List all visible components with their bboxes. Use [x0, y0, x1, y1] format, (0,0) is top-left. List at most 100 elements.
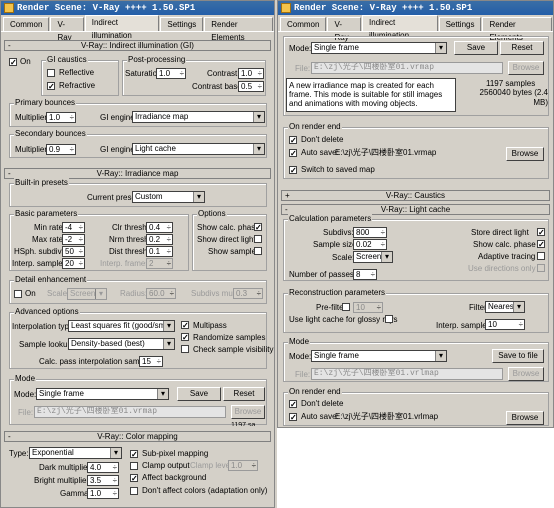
left-titlebar[interactable]: Render Scene: V-Ray ++++ 1.50.SP1 — [1, 1, 274, 15]
subpixel-mapping-checkbox[interactable] — [130, 450, 138, 458]
saturation-spinner[interactable]: 1.0 — [156, 68, 186, 79]
irr-auto-save-checkbox[interactable] — [289, 149, 297, 157]
check-sample-visibility-checkbox[interactable] — [181, 345, 189, 353]
primary-multiplier-spinner[interactable]: 1.0 — [46, 112, 76, 123]
nrm-thresh-spinner[interactable]: 0.2 — [146, 234, 173, 245]
tab-settings[interactable]: Settings — [438, 17, 482, 31]
lc-auto-save-browse-button[interactable]: Browse — [506, 411, 544, 425]
left-tab-bar: Common V-Ray Indirect illumination Setti… — [1, 15, 274, 42]
dist-thresh-spinner[interactable]: 0.1 — [146, 246, 173, 257]
reflective-checkbox[interactable] — [47, 69, 55, 77]
hsph-subdivs-spinner[interactable]: 50 — [62, 246, 85, 257]
tab-indirect-illumination[interactable]: Indirect illumination — [362, 15, 438, 40]
show-calc-phase-checkbox[interactable] — [254, 223, 262, 231]
r-irr-save-button[interactable]: Save — [454, 41, 498, 55]
contrast-spinner[interactable]: 1.0 — [238, 68, 264, 79]
irr-dont-delete-checkbox[interactable] — [289, 136, 297, 144]
interpolation-type-dropdown[interactable]: Least squares fit (good/smooth — [68, 320, 175, 332]
gamma-spinner[interactable]: 1.0 — [87, 488, 119, 499]
lc-passes-spinner[interactable]: 8 — [353, 269, 377, 280]
glossy-rays-checkbox[interactable] — [385, 315, 393, 323]
irr-auto-save-browse-button[interactable]: Browse — [506, 147, 544, 161]
color-type-dropdown[interactable]: Exponential — [29, 447, 122, 459]
subdivs-mult-label: Subdivs mult. — [191, 289, 240, 298]
secondary-multiplier-spinner[interactable]: 0.9 — [46, 144, 76, 155]
multipass-checkbox[interactable] — [181, 321, 189, 329]
tab-vray[interactable]: V-Ray — [50, 17, 84, 42]
show-direct-light-checkbox[interactable] — [254, 235, 262, 243]
use-directions-only-checkbox[interactable] — [537, 264, 545, 272]
affect-background-label: Affect background — [142, 473, 207, 482]
r-irr-file-path-field[interactable]: E:\zj\光子\四楼卧室01.vrmap — [311, 62, 503, 74]
gi-on-checkbox[interactable] — [9, 58, 17, 66]
current-preset-dropdown[interactable]: Custom — [132, 191, 205, 203]
lc-show-calc-phase-checkbox[interactable] — [537, 240, 545, 248]
tab-render-elements[interactable]: Render Elements — [204, 17, 273, 42]
lc-file-path-field[interactable]: E:\zj\光子\四楼卧室01.vrlmap — [311, 368, 503, 380]
irr-reset-button[interactable]: Reset — [223, 387, 265, 401]
store-direct-light-checkbox[interactable] — [537, 228, 545, 236]
calc-pass-interp-spinner[interactable]: 15 — [139, 356, 163, 367]
show-samples-checkbox[interactable] — [254, 247, 262, 255]
irr-file-path-field[interactable]: E:\zj\光子\四楼卧室01.vrmap — [34, 406, 226, 418]
lc-auto-save-path: E:\zj\光子\四楼卧室01.vrlmap — [335, 412, 439, 421]
rollout-caustics[interactable]: + V-Ray:: Caustics — [281, 190, 550, 201]
interp-frames-spinner[interactable]: 2 — [146, 258, 173, 269]
lc-mode-dropdown[interactable]: Single frame — [311, 350, 447, 362]
bright-multiplier-spinner[interactable]: 3.5 — [87, 475, 119, 486]
r-irr-mode-dropdown[interactable]: Single frame — [311, 42, 447, 54]
primary-engine-dropdown[interactable]: Irradiance map — [132, 111, 265, 123]
r-irr-browse-button[interactable]: Browse — [508, 61, 544, 75]
lc-save-to-file-button[interactable]: Save to file — [492, 349, 544, 363]
tab-common[interactable]: Common — [3, 17, 50, 31]
lc-interp-samples-spinner[interactable]: 10 — [485, 319, 525, 330]
max-rate-spinner[interactable]: -2 — [62, 234, 85, 245]
lc-scale-dropdown[interactable]: Screen — [353, 251, 393, 263]
tab-vray[interactable]: V-Ray — [327, 17, 362, 42]
tab-settings[interactable]: Settings — [160, 17, 204, 31]
sample-lookup-dropdown[interactable]: Density-based (best) — [68, 338, 175, 350]
detail-scale-dropdown[interactable]: Screen — [67, 288, 107, 300]
lc-dont-delete-checkbox[interactable] — [289, 400, 297, 408]
lc-passes-label: Number of passes: — [289, 270, 357, 279]
tab-render-elements[interactable]: Render Elements — [482, 17, 552, 42]
clr-thresh-spinner[interactable]: 0.4 — [146, 222, 173, 233]
irr-auto-save-path: E:\zj\光子\四楼卧室01.vrmap — [335, 148, 437, 157]
tab-common[interactable]: Common — [280, 17, 327, 31]
pre-filter-checkbox[interactable] — [342, 303, 350, 311]
rollout-indirect-illumination[interactable]: - V-Ray:: Indirect illumination (GI) — [4, 40, 271, 51]
dark-multiplier-spinner[interactable]: 4.0 — [87, 462, 119, 473]
adaptive-tracing-checkbox[interactable] — [537, 252, 545, 260]
irr-mode-dropdown[interactable]: Single frame — [36, 388, 169, 400]
clamp-level-spinner[interactable]: 1.0 — [228, 460, 258, 471]
clamp-output-checkbox[interactable] — [130, 462, 138, 470]
lc-sample-size-label: Sample size: — [313, 240, 359, 249]
switch-to-saved-map-checkbox[interactable] — [289, 166, 297, 174]
tab-indirect-illumination[interactable]: Indirect illumination — [84, 15, 160, 40]
lc-subdivs-label: Subdivs: — [323, 228, 354, 237]
lc-subdivs-spinner[interactable]: 800 — [353, 227, 387, 238]
interp-samples-spinner[interactable]: 20 — [62, 258, 85, 269]
irr-browse-button[interactable]: Browse — [231, 405, 265, 419]
lc-sample-size-spinner[interactable]: 0.02 — [353, 239, 387, 250]
multipass-label: Multipass — [193, 321, 227, 330]
detail-radius-spinner[interactable]: 60.0 — [146, 288, 176, 299]
subdivs-mult-spinner[interactable]: 0.3 — [233, 288, 263, 299]
affect-background-checkbox[interactable] — [130, 474, 138, 482]
refractive-checkbox[interactable] — [47, 82, 55, 90]
lc-filter-dropdown[interactable]: Nearest — [485, 301, 525, 313]
right-titlebar[interactable]: Render Scene: V-Ray ++++ 1.50.SP1 — [278, 1, 553, 15]
contrast-base-spinner[interactable]: 0.5 — [238, 81, 264, 92]
lc-auto-save-checkbox[interactable] — [289, 413, 297, 421]
dont-affect-colors-checkbox[interactable] — [130, 487, 138, 495]
irr-save-button[interactable]: Save — [177, 387, 221, 401]
pre-filter-spinner[interactable]: 10 — [353, 302, 383, 313]
bytes-count-text: 2560040 bytes (2.4 MB) — [479, 88, 549, 107]
secondary-engine-dropdown[interactable]: Light cache — [132, 143, 265, 155]
randomize-samples-checkbox[interactable] — [181, 333, 189, 341]
rollout-color-mapping[interactable]: - V-Ray:: Color mapping — [4, 431, 271, 442]
lc-browse-button[interactable]: Browse — [508, 367, 544, 381]
detail-on-checkbox[interactable] — [14, 290, 22, 298]
r-irr-reset-button[interactable]: Reset — [500, 41, 544, 55]
min-rate-spinner[interactable]: -4 — [62, 222, 85, 233]
